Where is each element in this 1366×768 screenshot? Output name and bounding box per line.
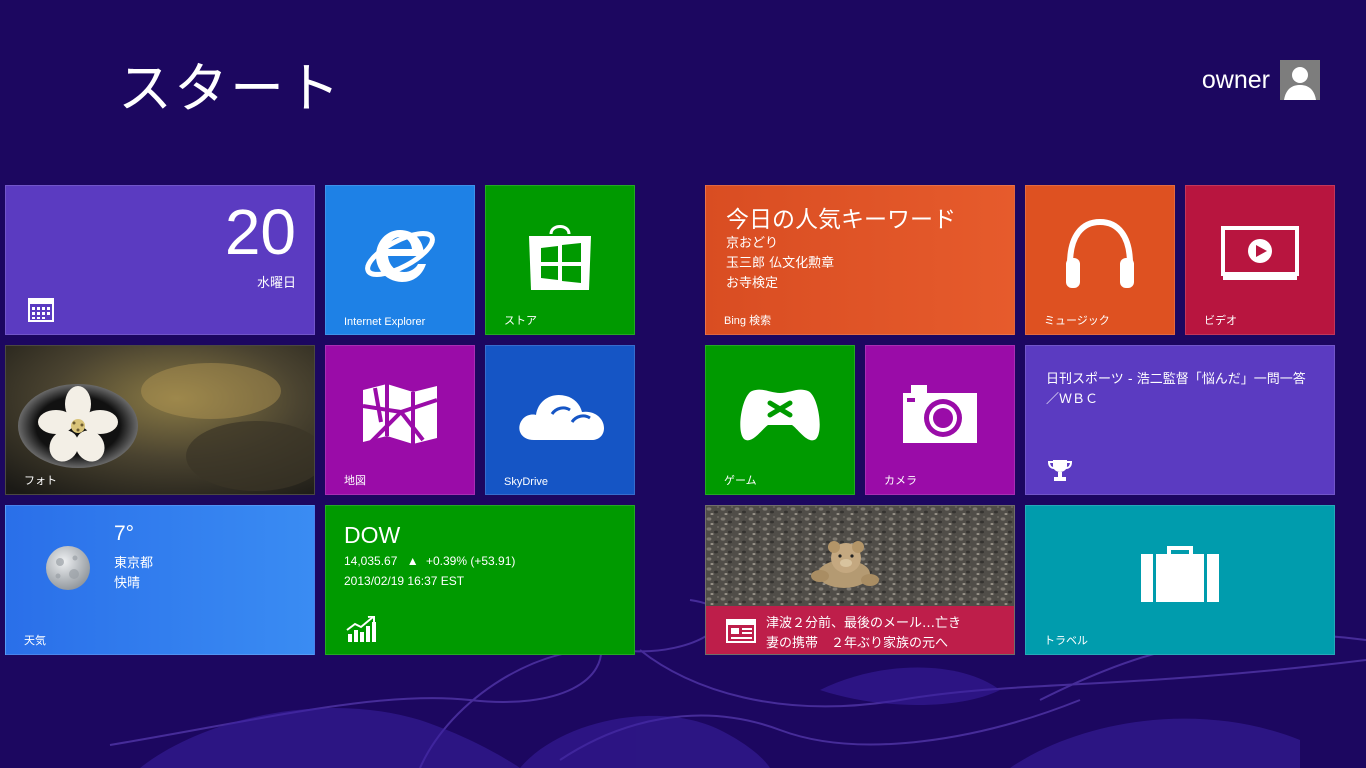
- tile-label: ゲーム: [724, 475, 757, 487]
- tile-maps[interactable]: 地図: [325, 345, 475, 495]
- tile-label: SkyDrive: [504, 476, 549, 488]
- tile-bing[interactable]: 今日の人気キーワード 京おどり 玉三郎 仏文化勲章 お寺検定 Bing 検索: [705, 185, 1015, 335]
- tile-games[interactable]: ゲーム: [705, 345, 855, 495]
- weather-condition: 快晴: [114, 576, 141, 591]
- newspaper-icon: [726, 619, 756, 643]
- user-name: owner: [1201, 65, 1270, 94]
- tile-video[interactable]: ビデオ: [1185, 185, 1335, 335]
- tile-internet-explorer[interactable]: Internet Explorer: [325, 185, 475, 335]
- finance-value: 14,035.67: [344, 554, 398, 568]
- tile-label: ビデオ: [1204, 315, 1237, 327]
- tile-finance[interactable]: DOW 14,035.67 ▲ +0.39% (+53.91) 2013/02/…: [325, 505, 635, 655]
- tile-photos[interactable]: フォト: [5, 345, 315, 495]
- news-headline-line1: 津波２分前、最後のメール…亡き: [766, 616, 962, 631]
- bing-keyword: 京おどり: [726, 236, 779, 251]
- suitcase-icon: [1141, 546, 1219, 603]
- weather-city: 東京都: [114, 556, 154, 571]
- calendar-day: 20: [224, 196, 296, 268]
- finance-quote: 14,035.67 ▲ +0.39% (+53.91): [344, 554, 515, 568]
- user-silhouette-icon[interactable]: [1280, 60, 1320, 100]
- tile-label: ミュージック: [1044, 315, 1110, 327]
- tile-label: トラベル: [1044, 635, 1088, 647]
- news-photo: [706, 506, 1014, 606]
- tile-skydrive[interactable]: SkyDrive: [485, 345, 635, 495]
- cloud-icon: [519, 395, 604, 441]
- tile-label: ストア: [504, 315, 537, 327]
- tile-travel[interactable]: トラベル: [1025, 505, 1335, 655]
- user-account[interactable]: owner: [1202, 60, 1320, 100]
- news-headline-bar: 津波２分前、最後のメール…亡き 妻の携帯 ２年ぶり家族の元へ: [706, 606, 1014, 654]
- tile-weather[interactable]: 7° 東京都 快晴 天気: [5, 505, 315, 655]
- news-headline-line2: 妻の携帯 ２年ぶり家族の元へ: [766, 636, 949, 651]
- video-play-icon: [1221, 226, 1299, 281]
- camera-icon: [903, 385, 977, 444]
- ie-logo-icon: [365, 230, 435, 283]
- gamepad-icon: [740, 389, 820, 441]
- tile-label: フォト: [24, 475, 57, 487]
- bing-header: 今日の人気キーワード: [726, 207, 956, 233]
- up-arrow-icon: ▲: [406, 554, 419, 568]
- calendar-weekday: 水曜日: [256, 276, 296, 291]
- trophy-icon: [1048, 460, 1072, 481]
- sports-headline: 日刊スポーツ - 浩二監督「悩んだ」一問一答／ＷＢＣ: [1046, 372, 1306, 407]
- moon-icon: [46, 546, 90, 590]
- finance-index: DOW: [344, 522, 401, 548]
- headphones-icon: [1066, 219, 1134, 289]
- tile-music[interactable]: ミュージック: [1025, 185, 1175, 335]
- tile-sports[interactable]: 日刊スポーツ - 浩二監督「悩んだ」一問一答／ＷＢＣ: [1025, 345, 1335, 495]
- map-icon: [362, 384, 438, 445]
- weather-temperature: 7°: [114, 522, 135, 545]
- tile-label: Bing 検索: [724, 315, 772, 327]
- bing-keyword: お寺検定: [726, 276, 779, 291]
- tile-label: カメラ: [884, 475, 917, 487]
- tile-store[interactable]: ストア: [485, 185, 635, 335]
- tile-calendar[interactable]: 20 水曜日: [5, 185, 315, 335]
- store-bag-icon: [529, 225, 591, 291]
- stock-chart-icon: [346, 616, 376, 642]
- tile-news[interactable]: 津波２分前、最後のメール…亡き 妻の携帯 ２年ぶり家族の元へ: [705, 505, 1015, 655]
- finance-timestamp: 2013/02/19 16:37 EST: [344, 574, 465, 588]
- tile-camera[interactable]: カメラ: [865, 345, 1015, 495]
- finance-change: +0.39% (+53.91): [425, 554, 516, 568]
- calendar-grid-icon: [28, 298, 54, 322]
- tile-label: 地図: [344, 475, 366, 487]
- start-title: スタート: [118, 57, 342, 120]
- bing-keyword: 玉三郎 仏文化勲章: [726, 256, 835, 271]
- tile-label: 天気: [24, 635, 46, 647]
- tile-label: Internet Explorer: [344, 316, 426, 328]
